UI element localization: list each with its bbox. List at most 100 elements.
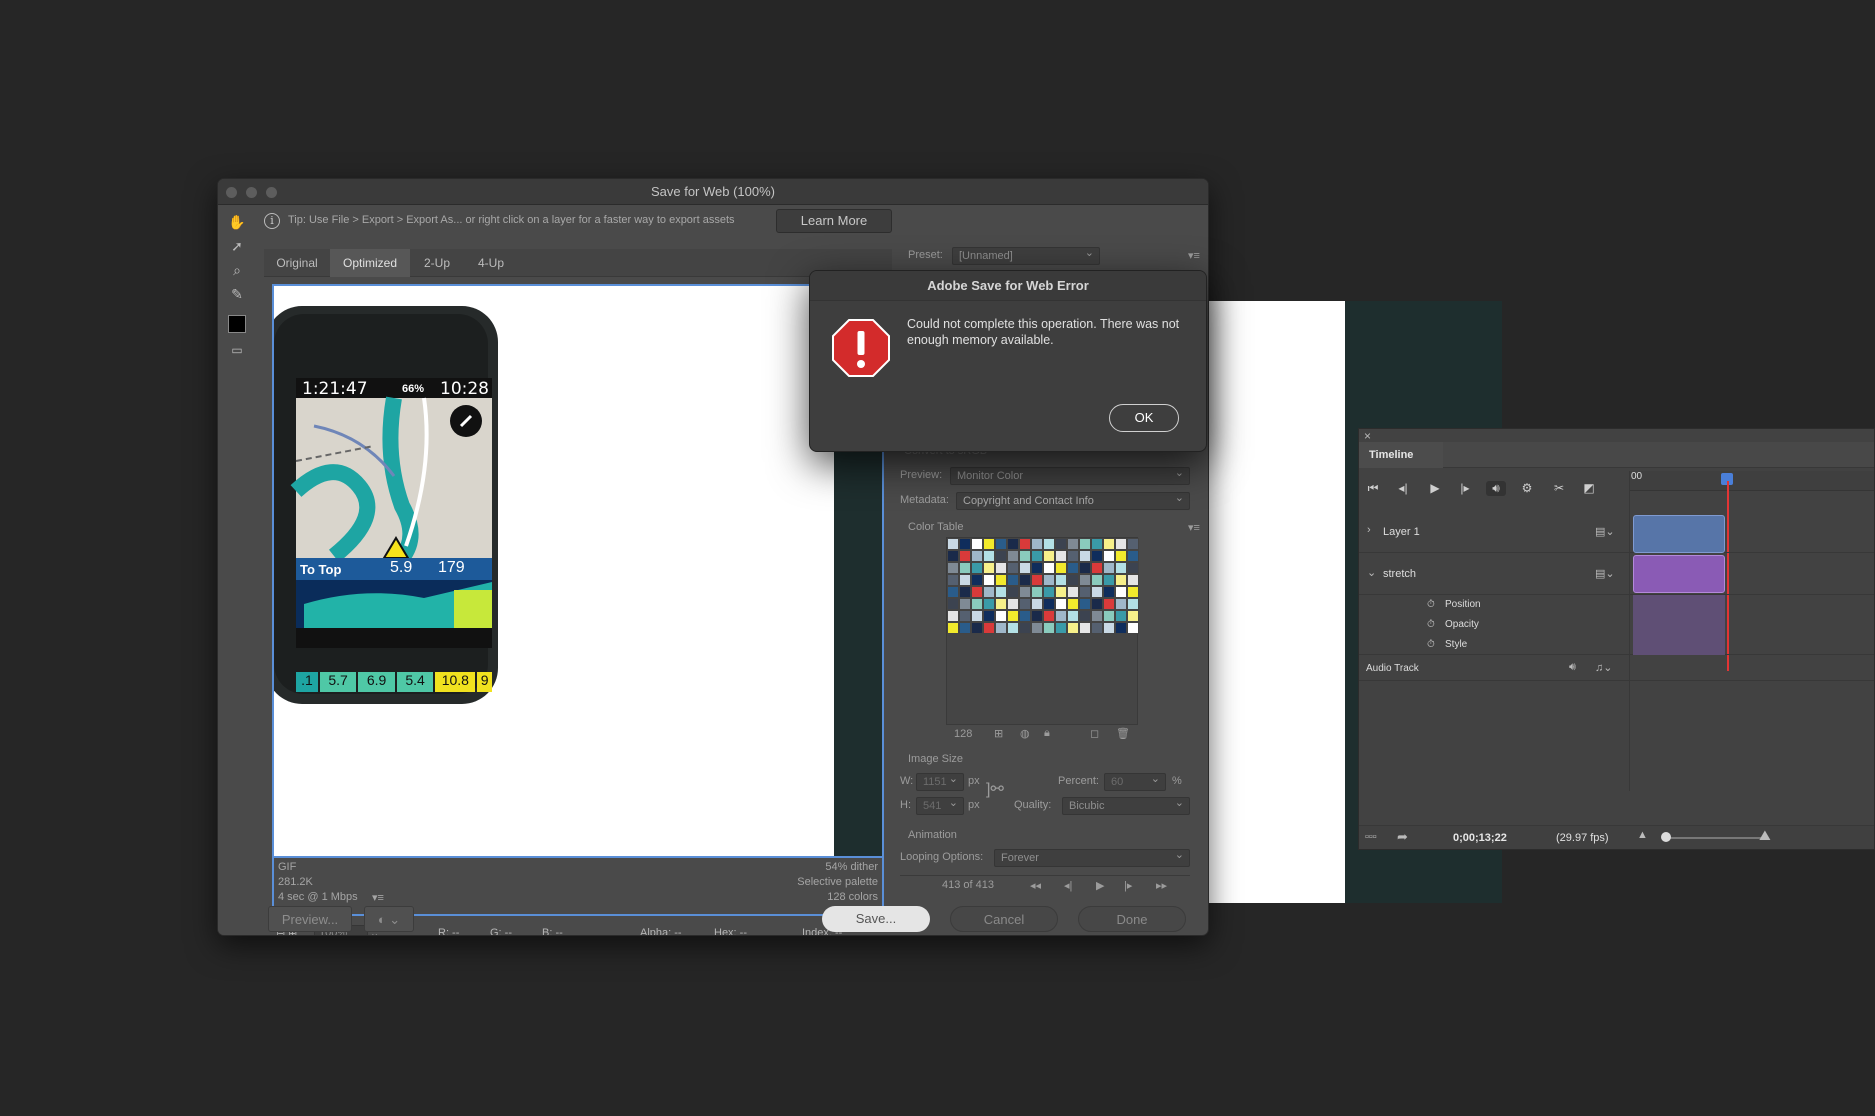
play-icon[interactable]: ▶ bbox=[1096, 879, 1104, 892]
color-swatch[interactable] bbox=[1115, 538, 1127, 550]
color-swatch[interactable] bbox=[1019, 598, 1031, 610]
film-strip-icon[interactable]: ▤⌄ bbox=[1595, 525, 1615, 538]
color-swatch[interactable] bbox=[995, 574, 1007, 586]
learn-more-button[interactable]: Learn More bbox=[776, 209, 892, 233]
color-swatch[interactable] bbox=[1055, 550, 1067, 562]
color-swatch[interactable] bbox=[1091, 574, 1103, 586]
color-swatch[interactable] bbox=[959, 610, 971, 622]
color-swatch[interactable] bbox=[947, 538, 959, 550]
color-swatch[interactable] bbox=[1007, 562, 1019, 574]
layer-row[interactable]: › Layer 1 ▤⌄ bbox=[1359, 511, 1874, 553]
link-dimensions-icon[interactable]: ]⚯ bbox=[986, 779, 1004, 799]
percent-field[interactable]: 60 bbox=[1104, 771, 1166, 791]
color-swatch[interactable] bbox=[1043, 610, 1055, 622]
film-strip-icon[interactable]: ▤⌄ bbox=[1595, 567, 1615, 580]
render-video-icon[interactable]: ➦ bbox=[1397, 829, 1408, 845]
color-swatch[interactable] bbox=[947, 550, 959, 562]
color-swatch[interactable] bbox=[1127, 550, 1139, 562]
time-ruler[interactable] bbox=[1629, 471, 1874, 491]
color-swatch[interactable] bbox=[1127, 562, 1139, 574]
color-swatch[interactable] bbox=[959, 574, 971, 586]
color-swatch[interactable] bbox=[983, 574, 995, 586]
height-field[interactable]: 541 bbox=[916, 795, 964, 815]
color-swatch[interactable] bbox=[1115, 562, 1127, 574]
color-swatch[interactable] bbox=[1067, 622, 1079, 634]
tab-original[interactable]: Original bbox=[264, 249, 330, 277]
color-swatch[interactable] bbox=[1103, 610, 1115, 622]
color-swatch[interactable] bbox=[959, 622, 971, 634]
new-color-icon[interactable]: ◻ bbox=[1090, 727, 1099, 740]
window-titlebar[interactable]: Save for Web (100%) bbox=[218, 179, 1208, 205]
color-swatch[interactable] bbox=[1103, 538, 1115, 550]
color-swatch[interactable] bbox=[1103, 550, 1115, 562]
color-swatch[interactable] bbox=[1079, 562, 1091, 574]
map-color-icon[interactable]: ⊞ bbox=[994, 727, 1003, 740]
color-swatch[interactable] bbox=[1043, 622, 1055, 634]
color-swatch[interactable] bbox=[1067, 610, 1079, 622]
color-swatch[interactable] bbox=[1019, 586, 1031, 598]
layer-row[interactable]: ⌄ stretch ▤⌄ bbox=[1359, 553, 1874, 595]
color-swatch[interactable] bbox=[1019, 550, 1031, 562]
color-swatch[interactable] bbox=[947, 574, 959, 586]
speaker-icon[interactable]: 🔊︎ bbox=[1569, 661, 1576, 674]
tab-timeline[interactable]: Timeline bbox=[1359, 442, 1443, 468]
color-swatch[interactable] bbox=[959, 538, 971, 550]
color-swatch[interactable] bbox=[1019, 610, 1031, 622]
color-swatch[interactable] bbox=[947, 562, 959, 574]
color-swatch[interactable] bbox=[1127, 574, 1139, 586]
color-swatch[interactable] bbox=[1127, 622, 1139, 634]
color-swatch[interactable] bbox=[1043, 562, 1055, 574]
color-swatch[interactable] bbox=[971, 550, 983, 562]
color-swatch[interactable] bbox=[1079, 550, 1091, 562]
tab-optimized[interactable]: Optimized bbox=[330, 249, 410, 277]
color-swatch[interactable] bbox=[1007, 598, 1019, 610]
close-panel-icon[interactable]: × bbox=[1364, 429, 1371, 443]
ok-button[interactable]: OK bbox=[1109, 404, 1179, 432]
color-swatch[interactable] bbox=[947, 586, 959, 598]
stopwatch-icon[interactable]: ⏱ bbox=[1427, 619, 1435, 630]
preview-button[interactable]: Preview... bbox=[268, 906, 352, 932]
music-note-icon[interactable]: ♫⌄ bbox=[1595, 661, 1612, 674]
color-swatch[interactable] bbox=[1091, 610, 1103, 622]
property-track[interactable] bbox=[1633, 615, 1725, 635]
stopwatch-icon[interactable]: ⏱ bbox=[1427, 639, 1435, 650]
color-swatch[interactable] bbox=[983, 586, 995, 598]
eyedropper-color-swatch[interactable] bbox=[228, 315, 246, 333]
color-swatch[interactable] bbox=[1007, 574, 1019, 586]
color-swatch[interactable] bbox=[1103, 574, 1115, 586]
color-swatch[interactable] bbox=[1067, 562, 1079, 574]
color-swatch[interactable] bbox=[983, 622, 995, 634]
color-swatch[interactable] bbox=[947, 622, 959, 634]
color-swatch[interactable] bbox=[1115, 550, 1127, 562]
color-swatch[interactable] bbox=[1079, 574, 1091, 586]
tab-2-up[interactable]: 2-Up bbox=[410, 249, 464, 277]
preview-select[interactable]: Monitor Color bbox=[950, 465, 1190, 485]
preset-menu-icon[interactable]: ▾≡ bbox=[1188, 249, 1200, 262]
color-swatch[interactable] bbox=[1079, 622, 1091, 634]
metadata-select[interactable]: Copyright and Contact Info bbox=[956, 490, 1190, 510]
color-swatch[interactable] bbox=[1007, 622, 1019, 634]
color-swatch[interactable] bbox=[1115, 586, 1127, 598]
color-swatch[interactable] bbox=[995, 622, 1007, 634]
width-field[interactable]: 1151 bbox=[916, 771, 964, 791]
minimize-window-button[interactable] bbox=[246, 187, 257, 198]
convert-frames-icon[interactable]: ▫▫▫ bbox=[1365, 831, 1377, 843]
color-swatch[interactable] bbox=[1067, 586, 1079, 598]
color-swatch[interactable] bbox=[1031, 538, 1043, 550]
next-frame-icon[interactable]: |▸ bbox=[1455, 481, 1475, 495]
split-at-playhead-icon[interactable]: ✂ bbox=[1549, 481, 1569, 495]
preset-select[interactable]: [Unnamed] bbox=[952, 245, 1100, 265]
color-swatch[interactable] bbox=[971, 622, 983, 634]
quality-select[interactable]: Bicubic bbox=[1062, 795, 1190, 815]
color-swatch[interactable] bbox=[1079, 586, 1091, 598]
looping-select[interactable]: Forever bbox=[994, 847, 1190, 867]
previous-frame-icon[interactable]: ◂| bbox=[1064, 879, 1072, 892]
trash-icon[interactable]: 🗑︎ bbox=[1116, 727, 1130, 740]
color-swatch[interactable] bbox=[1019, 574, 1031, 586]
transition-icon[interactable]: ◩ bbox=[1579, 481, 1599, 495]
color-swatch[interactable] bbox=[1055, 586, 1067, 598]
close-window-button[interactable] bbox=[226, 187, 237, 198]
zoom-slider-thumb[interactable] bbox=[1661, 832, 1671, 842]
eyedropper-tool-icon[interactable]: ✎ bbox=[228, 285, 246, 303]
color-swatch[interactable] bbox=[1055, 610, 1067, 622]
